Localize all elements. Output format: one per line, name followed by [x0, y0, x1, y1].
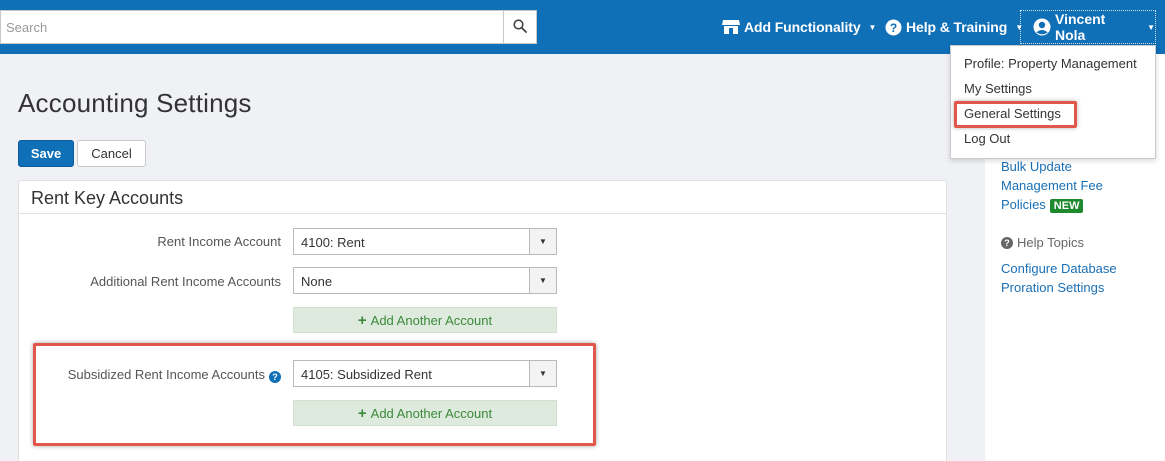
plus-icon: + — [357, 311, 367, 329]
user-menu[interactable]: Vincent Nola ▼ — [1020, 10, 1156, 44]
help-topics-heading: ? Help Topics — [1001, 235, 1084, 250]
additional-rent-label: Additional Rent Income Accounts — [90, 274, 281, 289]
help-training-menu[interactable]: ? Help & Training ▼ — [885, 16, 1023, 38]
help-icon[interactable]: ? — [269, 371, 281, 383]
add-functionality-label: Add Functionality — [744, 19, 861, 35]
management-fee-link[interactable]: Management Fee — [1001, 178, 1103, 193]
menu-item-my-settings[interactable]: My Settings — [964, 81, 1032, 96]
question-circle-icon: ? — [1001, 236, 1013, 249]
help-topics-label: Help Topics — [1017, 235, 1084, 250]
search-field[interactable] — [0, 10, 503, 44]
subsidized-rent-label-row: Subsidized Rent Income Accounts? — [40, 367, 281, 383]
rent-income-label: Rent Income Account — [157, 234, 281, 249]
user-name: Vincent Nola — [1055, 11, 1106, 43]
subsidized-rent-select[interactable]: 4105: Subsidized Rent ▼ — [293, 360, 557, 387]
additional-rent-select[interactable]: None ▼ — [293, 267, 557, 294]
policies-link-row[interactable]: Policies NEW — [1001, 197, 1084, 213]
help-training-label: Help & Training — [906, 19, 1008, 35]
search-button[interactable] — [503, 10, 537, 44]
user-circle-icon — [1033, 18, 1051, 36]
plus-icon: + — [357, 404, 367, 422]
rent-income-value: 4100: Rent — [301, 235, 365, 250]
save-button[interactable]: Save — [18, 140, 74, 167]
new-badge: NEW — [1049, 199, 1084, 213]
policies-link[interactable]: Policies — [1001, 197, 1046, 212]
add-another-account-label-2: Add Another Account — [370, 405, 493, 421]
general-settings-highlight-box — [954, 101, 1077, 128]
store-icon — [722, 19, 740, 35]
add-functionality-menu[interactable]: Add Functionality ▼ — [722, 16, 876, 38]
menu-item-profile[interactable]: Profile: Property Management — [964, 56, 1137, 71]
menu-item-log-out[interactable]: Log Out — [964, 131, 1010, 146]
chevron-down-icon: ▼ — [1147, 22, 1155, 32]
user-dropdown-menu: Profile: Property Management My Settings… — [950, 45, 1156, 159]
add-another-account-button[interactable]: + Add Another Account — [293, 307, 557, 333]
panel-header: Rent Key Accounts — [19, 181, 946, 214]
panel-title: Rent Key Accounts — [31, 188, 184, 208]
search-icon — [513, 18, 527, 36]
additional-rent-value: None — [301, 274, 333, 289]
bulk-update-link[interactable]: Bulk Update — [1001, 159, 1072, 174]
question-circle-icon: ? — [885, 19, 902, 36]
configure-database-link[interactable]: Configure Database — [1001, 261, 1117, 276]
chevron-down-icon[interactable]: ▼ — [529, 268, 556, 293]
subsidized-highlight-box — [33, 343, 596, 446]
subsidized-rent-value: 4105: Subsidized Rent — [301, 367, 432, 382]
chevron-down-icon[interactable]: ▼ — [529, 229, 556, 254]
search-input[interactable] — [1, 11, 503, 43]
add-another-account-label: Add Another Account — [370, 312, 493, 328]
add-another-account-button-2[interactable]: + Add Another Account — [293, 400, 557, 426]
page-title: Accounting Settings — [18, 88, 252, 118]
chevron-down-icon: ▼ — [868, 22, 877, 32]
svg-text:?: ? — [890, 21, 897, 35]
rent-income-select[interactable]: 4100: Rent ▼ — [293, 228, 557, 255]
proration-settings-link[interactable]: Proration Settings — [1001, 280, 1104, 295]
subsidized-rent-label: Subsidized Rent Income Accounts — [67, 367, 265, 382]
cancel-button[interactable]: Cancel — [77, 140, 146, 167]
chevron-down-icon[interactable]: ▼ — [529, 361, 556, 386]
